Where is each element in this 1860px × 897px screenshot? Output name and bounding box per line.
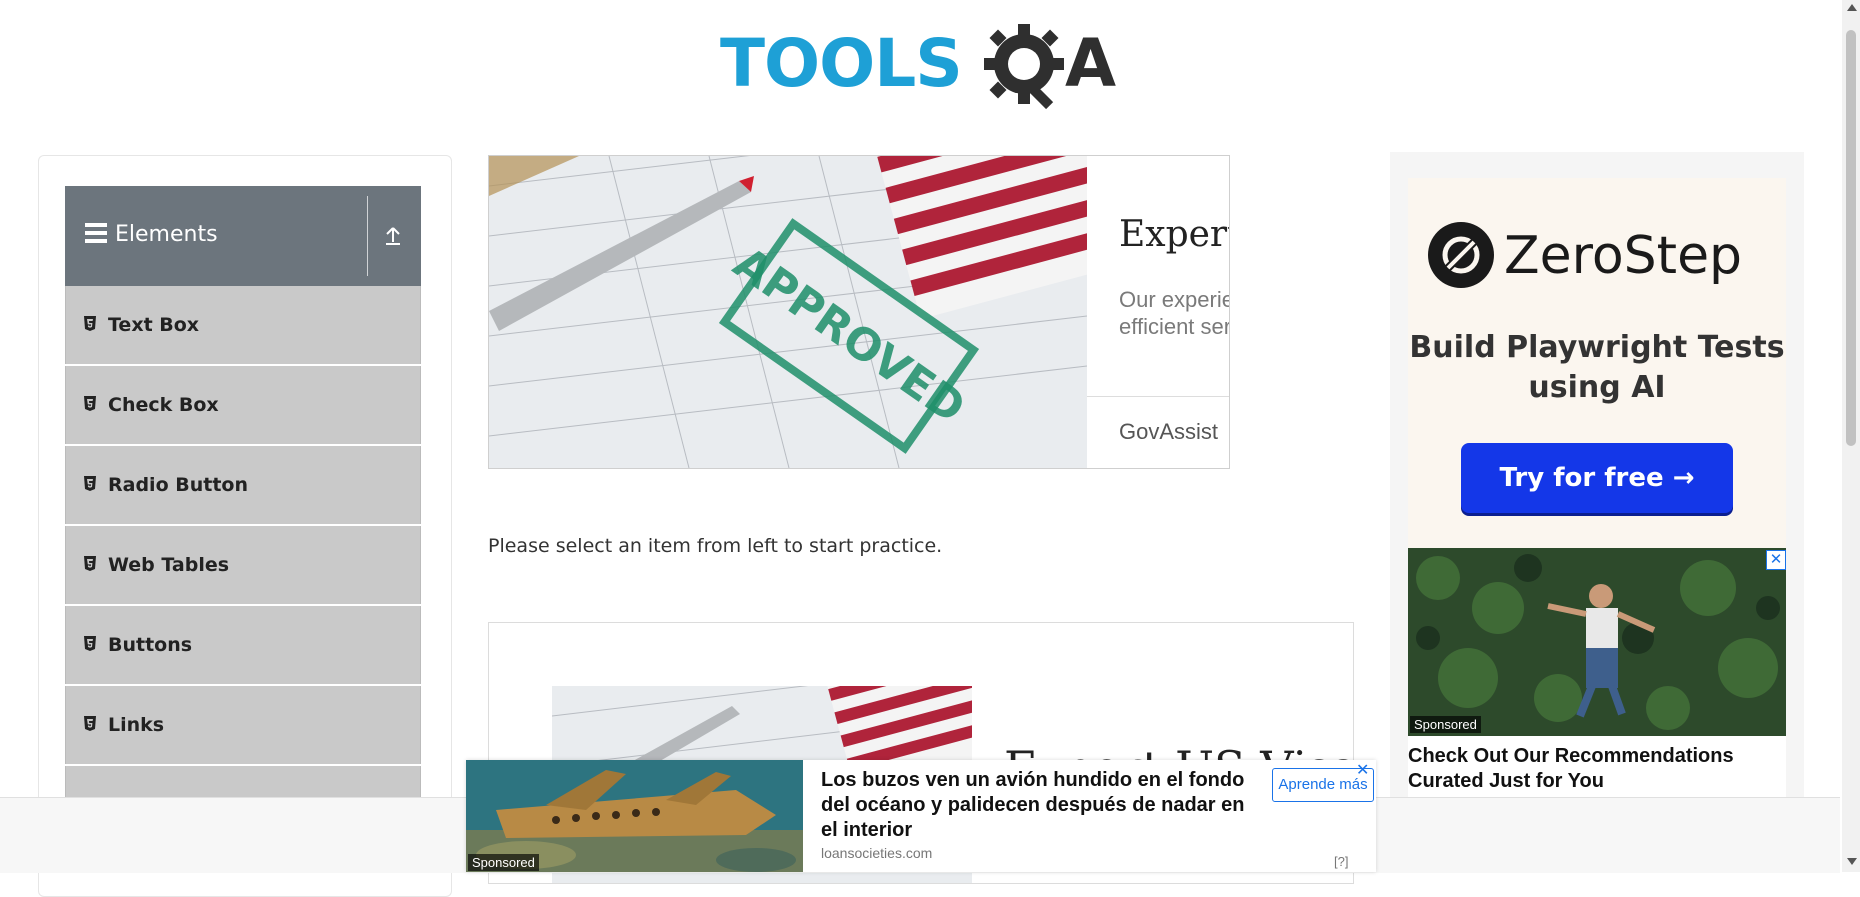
html5-icon [84,556,96,571]
sidebar-item-buttons[interactable]: Buttons [65,606,421,684]
scroll-up-icon[interactable] [1847,4,1857,11]
html5-icon [84,396,96,411]
sidebar-item-text-box[interactable]: Text Box [65,286,421,364]
zerostep-ad[interactable]: ZeroStep Build Playwright Tests using AI… [1408,178,1786,548]
try-for-free-button[interactable]: Try for free → [1461,443,1733,513]
ad-divider [1087,396,1229,397]
bottom-ad-title[interactable]: Los buzos ven un avión hundido en el fon… [821,768,1261,843]
ad-headline[interactable]: Expert US Visa A [1119,214,1229,255]
visa-ad-card[interactable]: APPROVED Expert US Visa A Our experience… [488,155,1230,469]
sponsored-label: Sponsored [1410,716,1481,733]
scroll-thumb[interactable] [1846,30,1856,446]
gear-magnifier-icon [984,24,1064,110]
html5-icon [84,716,96,731]
left-panel: Elements Text Box Check Box Radio Button… [38,155,452,897]
ad-brand[interactable]: GovAssist [1119,419,1218,445]
sidebar-item-label: Text Box [108,314,200,336]
ad-text-panel: Expert US Visa A Our experienced team of… [1087,156,1229,468]
elements-menu-list: Text Box Check Box Radio Button Web Tabl… [65,286,421,846]
collapse-icon[interactable] [381,224,405,248]
scroll-down-icon[interactable] [1847,858,1857,865]
sidebar-item-links[interactable]: Links [65,686,421,764]
toolsqa-logo[interactable]: TOOLS A [720,18,1126,118]
sidebar-item-web-tables[interactable]: Web Tables [65,526,421,604]
group-title: Elements [115,222,218,247]
sidebar-item-label: Radio Button [108,474,248,496]
zerostep-tagline: Build Playwright Tests using AI [1409,330,1785,405]
elements-group-header[interactable]: Elements [65,186,421,286]
header-divider [367,196,368,276]
rec-ad-title[interactable]: Check Out Our Recommendations Curated Ju… [1408,744,1786,794]
menu-icon [85,223,107,243]
page-scrollbar[interactable] [1842,0,1860,872]
sponsored-label: Sponsored [468,854,539,871]
sidebar-item-label: Buttons [108,634,193,656]
html5-icon [84,636,96,651]
zerostep-brand: ZeroStep [1504,226,1743,286]
sidebar-item-check-box[interactable]: Check Box [65,366,421,444]
logo-text: TOOLS [720,25,963,102]
close-icon[interactable]: ✕ [1356,760,1369,780]
rec-ad-image [1408,548,1786,736]
right-ad-column: ZeroStep Build Playwright Tests using AI… [1390,152,1804,872]
sidebar-item-label: Check Box [108,394,219,416]
html5-icon [84,316,96,331]
ad-info-icon[interactable]: [?] [1334,854,1348,869]
logo-text-a: A [1065,25,1117,102]
ad-visa-image: APPROVED [489,156,1087,468]
sidebar-item-label: Links [108,714,165,736]
html5-icon [84,476,96,491]
zerostep-logo-icon [1428,222,1494,288]
close-icon[interactable]: ✕ [1766,550,1786,570]
bottom-sticky-ad[interactable]: Sponsored Los buzos ven un avión hundido… [466,760,1376,872]
sidebar-item-radio-button[interactable]: Radio Button [65,446,421,524]
bottom-ad-domain: loansocieties.com [821,845,933,861]
ad-description: Our experienced team offe and efficient … [1119,287,1229,339]
practice-instruction: Please select an item from left to start… [488,535,943,557]
sidebar-item-label: Web Tables [108,554,230,576]
